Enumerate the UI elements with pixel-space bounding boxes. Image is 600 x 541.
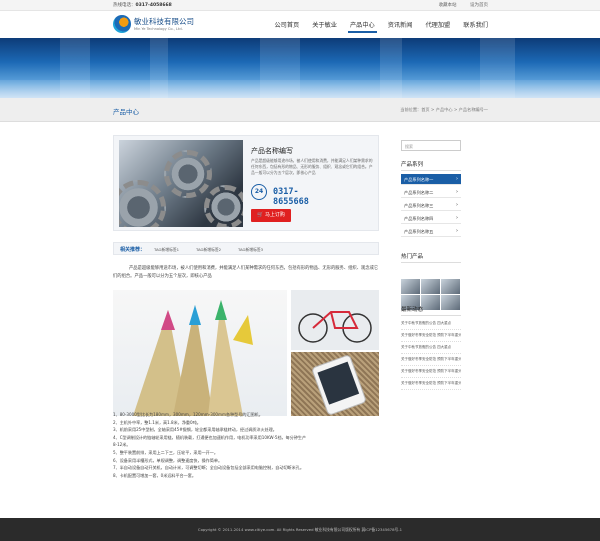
spec-item: 8-12米。 (113, 442, 131, 448)
product-summary: 产品名称编写 产品是超级能够用途市场，被人们使用和消费，并能满足人们某种需求的任… (113, 135, 379, 231)
nav-products[interactable]: 产品中心 (348, 20, 377, 33)
header: 敏业科技有限公司 Min Ye Technology Co., Ltd. 公司首… (0, 11, 600, 38)
section-title: 产品中心 (113, 108, 139, 116)
series-item[interactable]: 产品系列名称四 › (401, 213, 461, 224)
footer: Copyright © 2011-2014 www.cltiye.com. Al… (0, 518, 600, 541)
spec-item: 7、半自动设备自动开关机，自动计米，可调整切断；全自动设备包括全部采用电脑控制，… (113, 465, 304, 471)
series-item[interactable]: 产品系列名称二 › (401, 187, 461, 198)
news-item[interactable]: 关于做好冬季安全防范 预防下半年重头戏 (401, 354, 461, 366)
series-item[interactable]: 产品系列名称五 › (401, 226, 461, 237)
buy-now-label: 马上订购 (264, 212, 285, 218)
hot-product-thumb[interactable] (421, 279, 440, 294)
product-image[interactable] (119, 140, 243, 227)
hotline: 热线电话：0317-4058668 (113, 2, 172, 8)
related-tag[interactable]: TAG新增标签2 (196, 247, 221, 253)
phone-number: 0317-8655668 (273, 187, 309, 207)
news-title: 最新动态 (401, 305, 461, 316)
news-item[interactable]: 关于做好冬季安全防范 预防下半年重头戏 (401, 366, 461, 378)
series-item-label: 产品系列名称五 (404, 229, 434, 234)
product-photos (113, 290, 379, 416)
spec-item: 6、设备采用半槽形式，单规调整，调整速度快，操作简单。 (113, 457, 223, 463)
series-item[interactable]: 产品系列名称一 › (401, 174, 461, 185)
nav-news[interactable]: 资讯新闻 (388, 20, 413, 29)
search-input[interactable]: 搜索 (401, 140, 461, 151)
product-description: 产品是超级能够用途市场，被人们使用和消费，并能满足人们某种需求的任何东西，包括有… (251, 158, 373, 175)
related-tag[interactable]: TAG新增标签3 (238, 247, 263, 253)
news-item[interactable]: 关于做好冬季安全防范 预防下半年重头戏 (401, 330, 461, 342)
top-links: 收藏本站 设为首页 (427, 2, 488, 8)
product-name: 产品名称编写 (251, 147, 293, 155)
news-item[interactable]: 关于做好冬季安全防范 预防下半年重头戏 (401, 378, 461, 390)
chevron-right-icon: › (456, 228, 458, 234)
related-label: 相关推荐： (120, 247, 146, 253)
smartphone-photo (291, 352, 379, 416)
banner-image (0, 38, 600, 98)
series-title: 产品系列 (401, 160, 461, 171)
section-band: 产品中心 当前位置：首页 > 产品中心 > 产品名称编号一 (0, 98, 600, 122)
breadcrumb: 当前位置：首页 > 产品中心 > 产品名称编号一 (400, 107, 488, 112)
chevron-right-icon: › (456, 215, 458, 221)
copyright: Copyright © 2011-2014 www.cltiye.com. Al… (197, 527, 403, 532)
spec-item: 4、C型调制设计的链轴轮采用链，随机装载，打通便也加速机作用，电机功率采用10K… (113, 434, 307, 440)
top-bar: 热线电话：0317-4058668 收藏本站 设为首页 (0, 0, 600, 11)
nav-franchise[interactable]: 代理加盟 (426, 20, 451, 29)
company-logo[interactable] (113, 15, 131, 33)
pencils-photo (113, 290, 287, 416)
brand-name: 敏业科技有限公司 (134, 17, 194, 26)
chevron-right-icon: › (456, 176, 458, 182)
chevron-right-icon: › (456, 202, 458, 208)
series-item-label: 产品系列名称一 (404, 177, 434, 182)
news-item[interactable]: 关于中秋节放假的公告 四大重点 (401, 342, 461, 354)
main-nav: 公司首页 关于敏业 产品中心 资讯新闻 代理加盟 联系我们 (262, 20, 488, 33)
series-item[interactable]: 产品系列名称三 › (401, 200, 461, 211)
chevron-right-icon: › (456, 189, 458, 195)
phone-24h-icon: 24 (251, 184, 267, 200)
hotline-number: 0317-4058668 (135, 3, 172, 8)
brand-name-en: Min Ye Technology Co., Ltd. (134, 27, 183, 31)
cart-icon: 🛒 (257, 212, 265, 218)
nav-about[interactable]: 关于敏业 (312, 20, 337, 29)
series-item-label: 产品系列名称四 (404, 216, 434, 221)
bicycle-photo (291, 290, 379, 350)
related-tag[interactable]: TAG新增标签1 (154, 247, 179, 253)
hot-product-thumb[interactable] (441, 279, 460, 294)
search-placeholder: 搜索 (405, 144, 413, 149)
series-item-label: 产品系列名称三 (404, 203, 434, 208)
buy-now-button[interactable]: 🛒 马上订购 (251, 209, 291, 222)
phone-block: 24 0317-8655668 (251, 184, 329, 207)
spec-item: 3、机前采用25中型制，全轴采用45#锻钢，轮全都采用轴承链转动，经过调质淬火处… (113, 427, 277, 433)
spec-item: 8、卡机配置可增加一套，0米远料平台一套。 (113, 472, 196, 478)
related-bar: 相关推荐： TAG新增标签1 TAG新增标签2 TAG新增标签3 (113, 242, 379, 255)
series-item-label: 产品系列名称二 (404, 190, 434, 195)
nav-home[interactable]: 公司首页 (275, 20, 300, 29)
bookmark-link[interactable]: 收藏本站 (439, 3, 457, 8)
spec-item: 2、主机外中率，整1.1米，高1.8米，净重0吨。 (113, 419, 201, 425)
spec-item: 1、80-3000型比长为180mm，300mm，120mm-300mm各种型号… (113, 412, 263, 417)
product-intro: 产品是超级能够用途市场，被人们使用和消费，并能满足人们某种需求的任何东西，包括有… (113, 266, 379, 279)
hot-products-title: 热门产品 (401, 252, 461, 263)
hot-product-thumb[interactable] (401, 279, 420, 294)
nav-contact[interactable]: 联系我们 (463, 20, 488, 29)
set-homepage-link[interactable]: 设为首页 (470, 3, 488, 8)
spec-list: 1、80-3000型比长为180mm，300mm，120mm-300mm各种型号… (113, 411, 379, 479)
hotline-label: 热线电话： (113, 3, 136, 8)
news-item[interactable]: 关于中秋节放假的公告 四大重点 (401, 318, 461, 330)
spec-item: 5、整平装置前排，采用上二下三，压轮平，采用一开一。 (113, 449, 218, 455)
